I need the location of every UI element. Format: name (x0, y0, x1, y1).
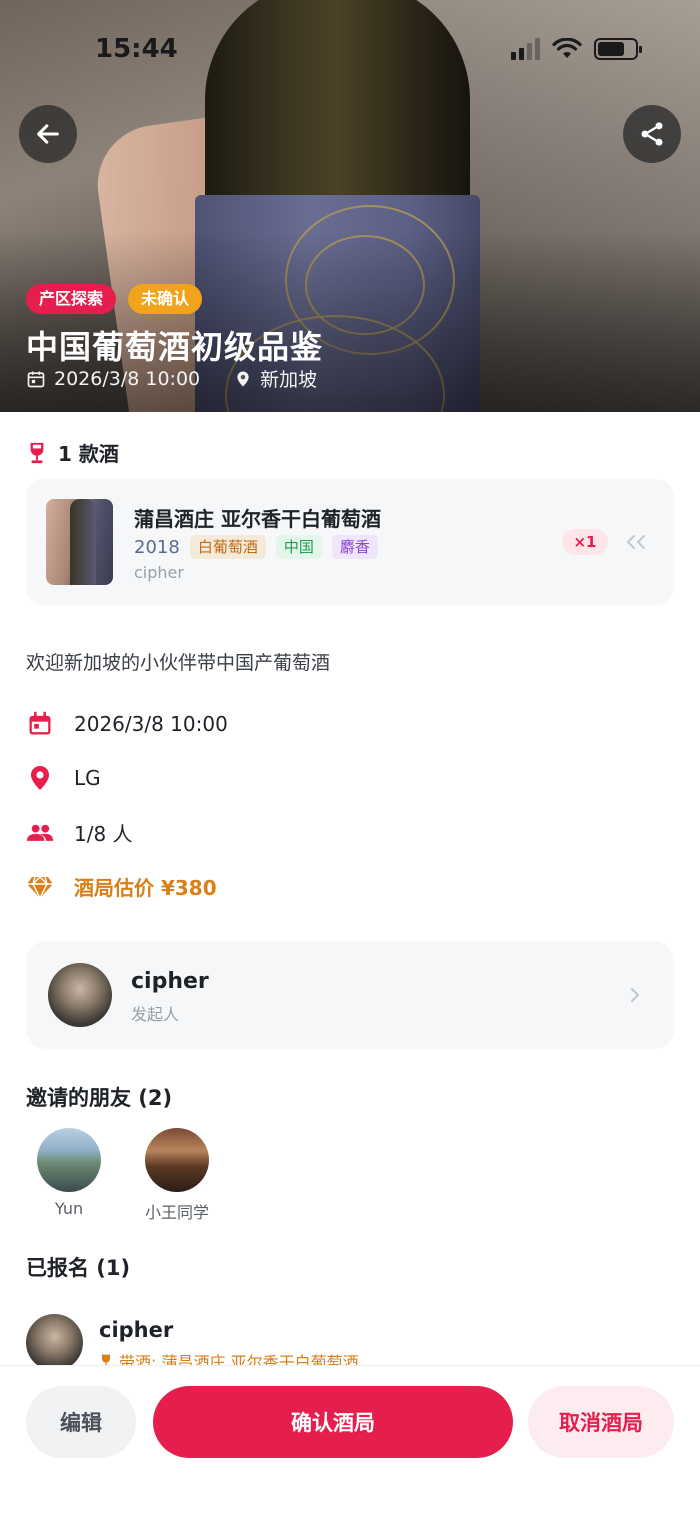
detail-location-row[interactable]: LG (26, 764, 101, 792)
detail-datetime-row: 2026/3/8 10:00 (26, 710, 228, 738)
detail-participants-row: 1/8 人 (26, 818, 133, 847)
wine-region-chip: 中国 (275, 535, 322, 559)
confirm-event-button[interactable]: 确认酒局 (153, 1386, 513, 1458)
detail-datetime: 2026/3/8 10:00 (74, 712, 228, 736)
wine-quantity-badge: ×1 (562, 529, 608, 555)
friend-name: 小王同学 (144, 1203, 209, 1222)
people-icon (26, 819, 54, 847)
hero-meta: 2026/3/8 10:00 新加坡 (26, 365, 317, 392)
friend-avatar (37, 1128, 101, 1192)
wine-count-header: 1 款酒 (26, 438, 119, 467)
tag-region-explore: 产区探索 (26, 284, 117, 314)
host-card[interactable]: cipher 发起人 (26, 941, 674, 1049)
double-chevron-left-icon[interactable] (624, 531, 648, 553)
location-pin-icon (237, 371, 249, 386)
calendar-icon (26, 710, 54, 738)
detail-participants: 1/8 人 (74, 822, 133, 846)
chevron-right-icon (630, 987, 640, 1003)
wine-type-chip: 白葡萄酒 (189, 535, 266, 559)
wine-owner: cipher (134, 563, 184, 582)
wine-thumbnail (46, 499, 113, 585)
event-description: 欢迎新加坡的小伙伴带中国产葡萄酒 (26, 652, 331, 674)
host-name: cipher (131, 969, 209, 994)
joined-members-title: 已报名 (1) (26, 1256, 131, 1280)
wine-glass-icon (30, 442, 44, 463)
back-button[interactable] (19, 105, 77, 163)
joined-member-avatar[interactable] (26, 1314, 83, 1371)
hero-tags: 产区探索 未确认 (26, 284, 203, 314)
hero-location: 新加坡 (260, 369, 318, 391)
host-avatar (48, 963, 112, 1027)
cancel-event-button[interactable]: 取消酒局 (528, 1386, 674, 1458)
tag-status-unconfirmed: 未确认 (128, 284, 203, 314)
friend-avatar (145, 1128, 209, 1192)
wine-card[interactable]: 蒲昌酒庄 亚尔香干白葡萄酒 2018 白葡萄酒 中国 麝香 cipher ×1 (26, 479, 674, 605)
calendar-icon (27, 371, 45, 387)
wifi-icon (552, 38, 582, 58)
share-button[interactable] (623, 105, 681, 163)
host-role: 发起人 (131, 1005, 180, 1024)
bottom-action-bar: 编辑 确认酒局 取消酒局 (0, 1365, 700, 1515)
invited-friends-title: 邀请的朋友 (2) (26, 1086, 173, 1110)
wine-name: 蒲昌酒庄 亚尔香干白葡萄酒 (134, 507, 381, 531)
hero-datetime: 2026/3/8 10:00 (54, 367, 201, 390)
detail-price-row: 酒局估价 ¥380 (26, 872, 217, 901)
invited-friend[interactable]: Yun (24, 1128, 114, 1218)
joined-member-name: cipher (99, 1318, 174, 1342)
invited-friend[interactable]: 小王同学 (132, 1128, 222, 1223)
status-time: 15:44 (95, 34, 178, 64)
friend-name: Yun (54, 1199, 84, 1218)
wine-count-label: 1 款酒 (58, 442, 119, 466)
detail-location: LG (74, 766, 101, 790)
share-icon (641, 122, 663, 146)
edit-button[interactable]: 编辑 (26, 1386, 136, 1458)
diamond-icon (26, 873, 54, 901)
wine-vintage: 2018 (134, 536, 180, 558)
detail-price: 酒局估价 ¥380 (74, 876, 217, 900)
event-title: 中国葡萄酒初级品鉴 (26, 328, 324, 366)
signal-icon (511, 38, 540, 60)
arrow-left-icon (37, 124, 59, 144)
wine-tags: 2018 白葡萄酒 中国 麝香 (134, 535, 378, 559)
battery-icon (594, 38, 642, 60)
status-icons (511, 38, 642, 60)
location-pin-icon (26, 764, 54, 792)
wine-aroma-chip: 麝香 (331, 535, 378, 559)
